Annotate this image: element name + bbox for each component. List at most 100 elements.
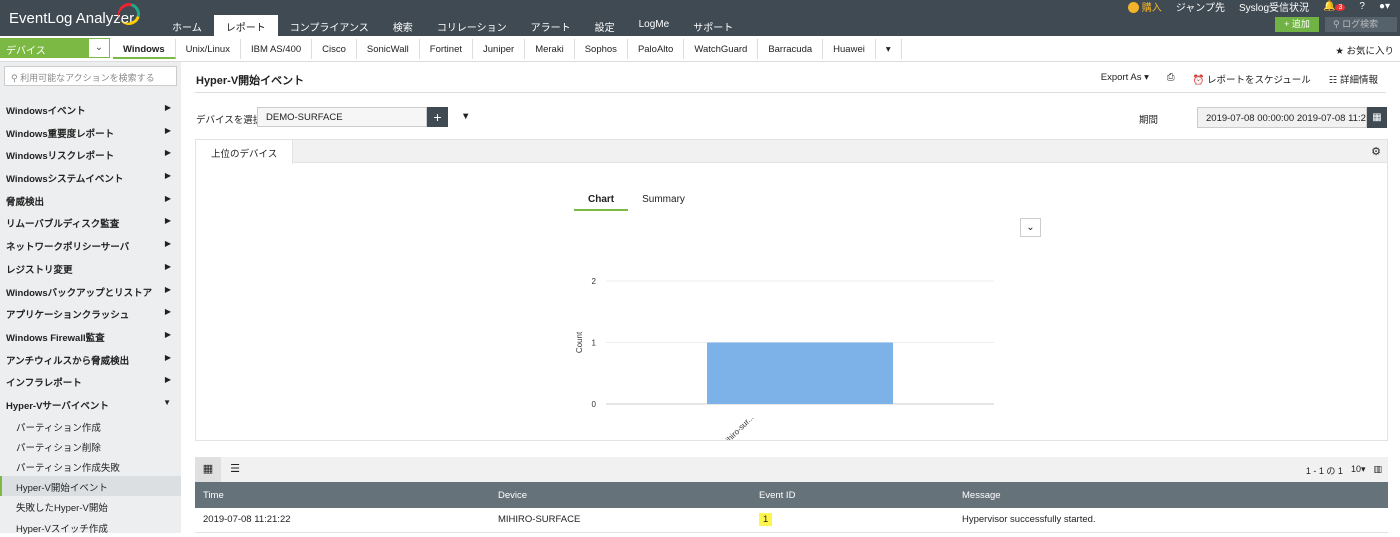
pdf-schedule-icon[interactable]: ⎙ xyxy=(1167,72,1175,86)
page-info: 1 - 1 の 1 xyxy=(1305,466,1343,476)
sidebar-item[interactable]: アプリケーションクラッシュ ▶ xyxy=(0,302,181,325)
sidebar-item[interactable]: Windowsシステムイベント ▶ xyxy=(0,166,181,189)
favorites-label: お気に入り xyxy=(1346,46,1394,57)
sidebar-subitem[interactable]: 失敗したHyper-V開始 xyxy=(0,496,181,516)
column-device[interactable]: Device xyxy=(490,482,751,508)
device-type-select[interactable]: デバイス ⌄ xyxy=(0,38,110,58)
sidebar-item-label: レジストリ変更 xyxy=(6,264,73,276)
sidebar-item[interactable]: Windowsリスクレポート ▶ xyxy=(0,143,181,166)
calendar-icon[interactable]: ▦ xyxy=(1367,107,1387,128)
tab-ibm[interactable]: IBM AS/400 xyxy=(241,39,313,59)
tab-top-devices[interactable]: 上位のデバイス xyxy=(196,140,294,164)
sidebar-item[interactable]: ネットワークポリシーサーバ ▶ xyxy=(0,234,181,257)
tab-cisco[interactable]: Cisco xyxy=(312,39,357,59)
add-device-button[interactable]: + xyxy=(427,107,448,127)
buy-label: 購入 xyxy=(1141,2,1162,14)
nav-alerts[interactable]: アラート xyxy=(519,15,583,36)
sidebar-item[interactable]: アンチウィルスから脅威検出 ▶ xyxy=(0,348,181,371)
buy-link[interactable]: 購入 xyxy=(1127,0,1162,14)
tab-meraki[interactable]: Meraki xyxy=(525,39,575,59)
sidebar-item[interactable]: 脅威検出 ▶ xyxy=(0,189,181,212)
nav-correlation[interactable]: コリレーション xyxy=(425,15,519,36)
schedule-label: レポートをスケジュール xyxy=(1206,75,1311,86)
sidebar-item[interactable]: Windows重要度レポート ▶ xyxy=(0,121,181,144)
sidebar-item[interactable]: インフラレポート ▶ xyxy=(0,370,181,393)
user-avatar-icon[interactable]: ●▾ xyxy=(1379,1,1390,12)
column-settings-icon[interactable]: ▥ xyxy=(1373,464,1382,477)
sidebar-item[interactable]: Windows Firewall監査 ▶ xyxy=(0,325,181,348)
tab-fortinet[interactable]: Fortinet xyxy=(420,39,474,59)
sidebar-item[interactable]: レジストリ変更 ▶ xyxy=(0,257,181,280)
tab-juniper[interactable]: Juniper xyxy=(473,39,526,59)
nav-settings[interactable]: 設定 xyxy=(583,15,627,36)
action-search-input[interactable]: ⚲ 利用可能なアクションを検索する xyxy=(4,66,177,86)
caret-right-icon: ▶ xyxy=(164,125,171,135)
export-button[interactable]: Export As ▾ xyxy=(1101,72,1149,86)
tab-huawei[interactable]: Huawei xyxy=(823,39,876,59)
sidebar-subitem[interactable]: Hyper-Vスイッチ作成 xyxy=(0,517,181,537)
help-button[interactable]: ? xyxy=(1359,1,1365,12)
filter-icon[interactable]: ▼ xyxy=(461,111,470,122)
star-icon: ★ xyxy=(1335,46,1344,57)
sidebar-item[interactable]: Windowsバックアップとリストア ▶ xyxy=(0,280,181,303)
tab-sonicwall[interactable]: SonicWall xyxy=(357,39,420,59)
caret-right-icon: ▶ xyxy=(164,239,171,249)
table-row[interactable]: 2019-07-08 11:21:22 MIHIRO-SURFACE 1 Hyp… xyxy=(195,508,1388,533)
sidebar-item[interactable]: Hyper-Vサーバイベント ▼ xyxy=(0,393,181,416)
more-vendors-caret-icon[interactable]: ▾ xyxy=(876,39,902,59)
log-search-button[interactable]: ⚲ ログ検索 xyxy=(1325,17,1397,32)
tab-unix[interactable]: Unix/Linux xyxy=(176,39,241,59)
sidebar-subitem-label: パーティション作成 xyxy=(16,422,101,434)
sidebar-item[interactable]: Windowsイベント ▶ xyxy=(0,98,181,121)
sidebar-subitem[interactable]: Hyper-V開始イベント xyxy=(0,476,181,497)
syslog-status-link[interactable]: Syslog受信状況 xyxy=(1239,0,1309,14)
jump-link[interactable]: ジャンプ先 xyxy=(1176,0,1225,14)
chevron-down-icon: ⌄ xyxy=(88,38,110,58)
column-event-id[interactable]: Event ID xyxy=(751,482,954,508)
search-placeholder: 利用可能なアクションを検索する xyxy=(20,73,155,83)
column-message[interactable]: Message xyxy=(954,482,1388,508)
caret-right-icon: ▶ xyxy=(164,352,171,362)
vendor-tabs: Windows Unix/Linux IBM AS/400 Cisco Soni… xyxy=(113,36,902,62)
sidebar-item[interactable]: リムーバブルディスク監査 ▶ xyxy=(0,211,181,234)
favorites-button[interactable]: ★ お気に入り xyxy=(1335,43,1394,57)
sidebar-item-label: インフラレポート xyxy=(6,378,82,390)
notifications-button[interactable]: 🔔 3 xyxy=(1323,1,1346,12)
device-type-label: デバイス xyxy=(6,46,46,57)
tab-paloalto[interactable]: PaloAlto xyxy=(628,39,685,59)
tab-watchguard[interactable]: WatchGuard xyxy=(684,39,759,59)
gear-icon[interactable]: ⚙ xyxy=(1371,145,1381,158)
list-view-icon[interactable]: ☰ xyxy=(222,457,248,482)
tab-barracuda[interactable]: Barracuda xyxy=(758,39,824,59)
chart-tabs: Chart Summary xyxy=(574,192,699,211)
sidebar-subitem[interactable]: パーティション作成 xyxy=(0,416,181,436)
sidebar-subitem-label: Hyper-V開始イベント xyxy=(16,483,108,495)
main-content: Hyper-V開始イベント Export As ▾ ⎙ ⏰ レポートをスケジュー… xyxy=(181,62,1400,533)
tab-chart[interactable]: Chart xyxy=(574,192,629,211)
event-id-badge[interactable]: 1 xyxy=(759,513,773,527)
details-icon: ☷ xyxy=(1328,75,1338,86)
device-input[interactable]: DEMO-SURFACE xyxy=(257,107,427,127)
table-view-icon[interactable]: ▦ xyxy=(195,457,221,482)
nav-search[interactable]: 検索 xyxy=(381,15,425,36)
sidebar-subitem[interactable]: パーティション削除 xyxy=(0,436,181,456)
cart-icon xyxy=(1127,2,1139,14)
add-button[interactable]: + 追加 xyxy=(1275,17,1319,32)
sidebar-subitem[interactable]: パーティション作成失敗 xyxy=(0,456,181,476)
period-label: 期間 xyxy=(1139,115,1159,126)
tab-windows[interactable]: Windows xyxy=(113,39,176,59)
details-button[interactable]: ☷ 詳細情報 xyxy=(1329,72,1378,86)
column-time[interactable]: Time xyxy=(195,482,490,508)
period-input[interactable]: 2019-07-08 00:00:00 2019-07-08 11:21:22 xyxy=(1197,107,1367,128)
nav-compliance[interactable]: コンプライアンス xyxy=(278,15,381,36)
nav-home[interactable]: ホーム xyxy=(160,15,214,36)
nav-reports[interactable]: レポート xyxy=(213,15,278,36)
y-axis-label: Count xyxy=(575,331,584,353)
schedule-report-button[interactable]: ⏰ レポートをスケジュール xyxy=(1192,72,1310,86)
chart-options-chevron-icon[interactable]: ⌄ xyxy=(1020,218,1041,237)
nav-logme[interactable]: LogMe xyxy=(627,15,682,36)
nav-support[interactable]: サポート xyxy=(681,15,745,36)
tab-summary[interactable]: Summary xyxy=(628,192,699,211)
tab-sophos[interactable]: Sophos xyxy=(575,39,628,59)
page-size-select[interactable]: 10▾ xyxy=(1351,464,1366,477)
